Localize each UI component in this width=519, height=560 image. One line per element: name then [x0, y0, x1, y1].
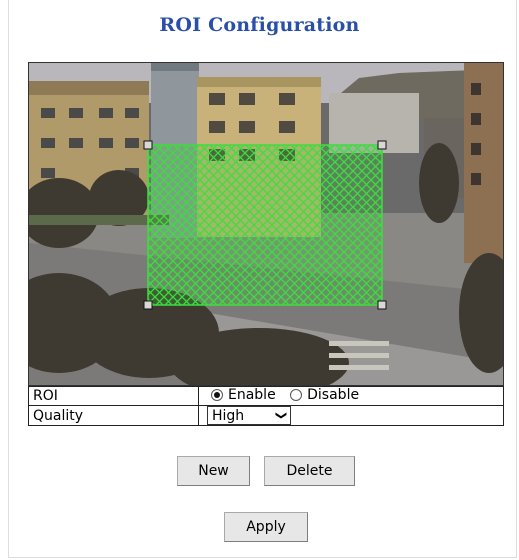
chevron-down-icon: ❯: [274, 410, 288, 421]
camera-preview[interactable]: [28, 62, 504, 386]
roi-disable-label: Disable: [307, 387, 360, 403]
roi-enable-option[interactable]: Enable: [211, 387, 286, 403]
roi-disable-radio[interactable]: [290, 389, 303, 401]
quality-cell: High ❯: [198, 405, 504, 426]
roi-handle-bottom-left[interactable]: [143, 300, 153, 310]
roi-handle-top-right[interactable]: [377, 140, 387, 150]
roi-handle-top-left[interactable]: [143, 140, 153, 150]
quality-label: Quality: [28, 405, 199, 426]
roi-options: Enable Disable: [198, 386, 504, 406]
apply-button[interactable]: Apply: [224, 512, 308, 542]
roi-handle-bottom-right[interactable]: [377, 300, 387, 310]
quality-select[interactable]: High ❯: [207, 406, 291, 425]
delete-button[interactable]: Delete: [264, 456, 355, 486]
page-title: ROI Configuration: [159, 14, 360, 36]
roi-enable-radio[interactable]: [211, 389, 223, 401]
roi-enable-label: Enable: [228, 387, 276, 403]
roi-label: ROI: [28, 386, 199, 406]
new-button[interactable]: New: [177, 456, 250, 486]
quality-row: Quality High ❯: [28, 405, 504, 426]
settings-table: ROI Enable Disable Quality High ❯: [28, 386, 504, 426]
roi-region[interactable]: [147, 144, 383, 306]
roi-row: ROI Enable Disable: [28, 386, 504, 406]
camera-image: [29, 63, 503, 385]
roi-disable-option[interactable]: Disable: [290, 387, 369, 403]
quality-selected-value: High: [212, 407, 245, 424]
